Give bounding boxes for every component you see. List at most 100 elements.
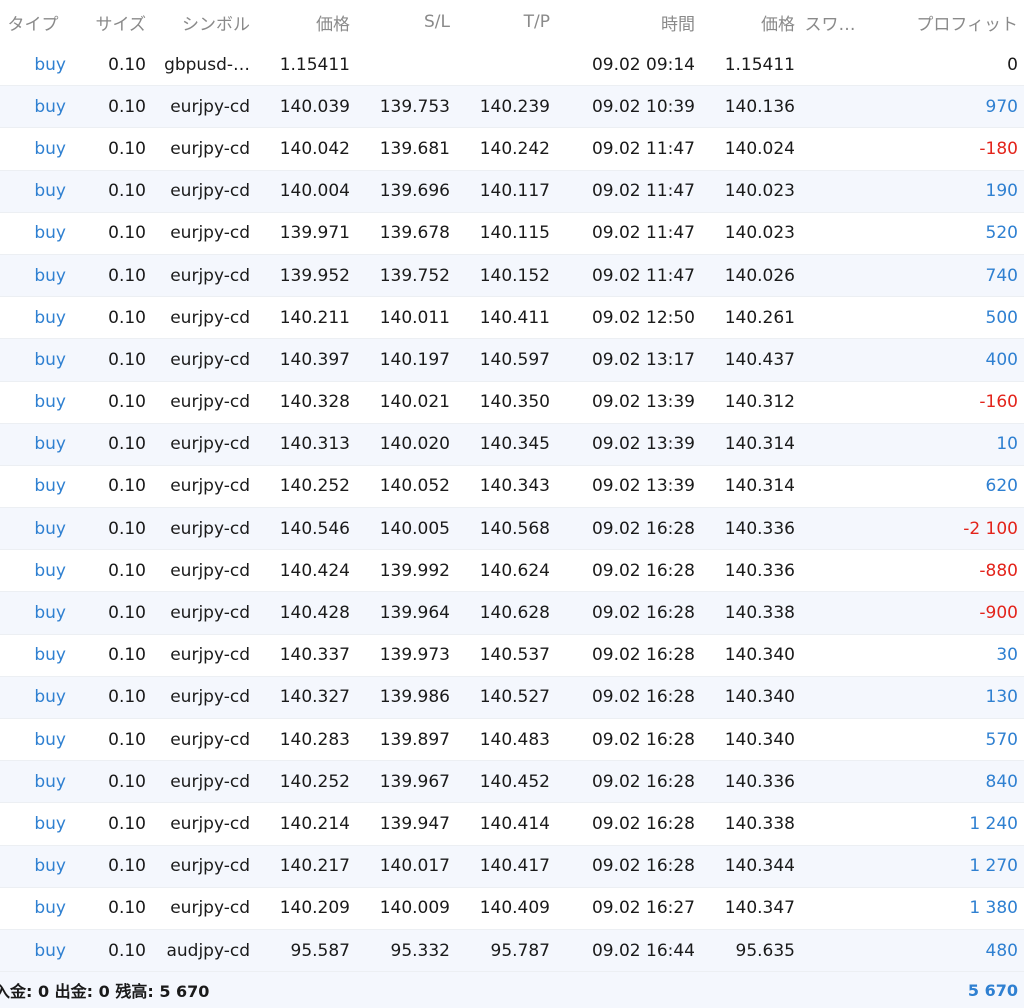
table-row[interactable]: buy 0.10 eurjpy-cd 140.428 139.964 140.628 09.… <box>0 592 1024 635</box>
trade-size: 0.10 <box>108 729 146 750</box>
trade-type: buy <box>34 476 66 497</box>
table-body: buy 0.10 gbpusd-… 1.15411 09.02 09:14 1.15411… <box>0 44 1024 973</box>
open-time: 09.02 11:47 <box>591 265 695 286</box>
profit-value: 840 <box>985 771 1018 792</box>
trade-type: buy <box>34 434 66 455</box>
trade-symbol: eurjpy-cd <box>170 813 250 834</box>
table-header: タイプ サイズ シンボル 価格 S/L T/P 時間 価格 スワ… プロフィット <box>0 0 1024 44</box>
open-time: 09.02 16:28 <box>591 729 695 750</box>
take-profit: 140.345 <box>479 434 550 455</box>
current-price: 140.314 <box>724 476 795 497</box>
col-tp-header[interactable]: T/P <box>450 12 550 32</box>
balance-summary: 入金: 0 出金: 0 残高: 5 670 <box>0 982 210 1002</box>
current-price: 140.347 <box>724 898 795 919</box>
current-price: 140.340 <box>724 645 795 666</box>
open-price: 140.004 <box>279 181 350 202</box>
table-row[interactable]: buy 0.10 eurjpy-cd 140.214 139.947 140.414 09.… <box>0 803 1024 846</box>
trade-size: 0.10 <box>108 603 146 624</box>
open-time: 09.02 16:28 <box>591 645 695 666</box>
table-row[interactable]: buy 0.10 eurjpy-cd 140.337 139.973 140.537 09.… <box>0 635 1024 677</box>
stop-loss: 139.752 <box>379 265 450 286</box>
col-time-header[interactable]: 時間 <box>550 10 695 35</box>
stop-loss: 140.052 <box>379 476 450 497</box>
trade-type: buy <box>34 265 66 286</box>
open-time: 09.02 11:47 <box>591 138 695 159</box>
profit-value: 480 <box>985 940 1018 961</box>
trade-symbol: eurjpy-cd <box>170 434 250 455</box>
table-row[interactable]: buy 0.10 eurjpy-cd 140.424 139.992 140.624 09.… <box>0 550 1024 593</box>
stop-loss: 139.947 <box>379 813 450 834</box>
stop-loss: 139.696 <box>379 181 450 202</box>
col-current-price-header[interactable]: 価格 <box>695 10 795 35</box>
open-time: 09.02 16:28 <box>591 687 695 708</box>
table-row[interactable]: buy 0.10 eurjpy-cd 140.328 140.021 140.350 09.… <box>0 382 1024 424</box>
table-row[interactable]: buy 0.10 eurjpy-cd 140.211 140.011 140.411 09.… <box>0 297 1024 340</box>
open-time: 09.02 16:28 <box>591 603 695 624</box>
current-price: 140.136 <box>724 96 795 117</box>
trade-size: 0.10 <box>108 813 146 834</box>
trade-size: 0.10 <box>108 265 146 286</box>
open-price: 139.971 <box>279 223 350 244</box>
current-price: 140.312 <box>724 392 795 413</box>
take-profit: 140.624 <box>479 560 550 581</box>
trade-size: 0.10 <box>108 771 146 792</box>
trade-size: 0.10 <box>108 560 146 581</box>
open-price: 140.428 <box>279 603 350 624</box>
trade-type: buy <box>34 518 66 539</box>
trade-symbol: eurjpy-cd <box>170 223 250 244</box>
current-price: 140.340 <box>724 687 795 708</box>
current-price: 140.338 <box>724 813 795 834</box>
current-price: 95.635 <box>735 940 795 961</box>
total-profit: 5 670 <box>967 980 1018 1000</box>
table-row[interactable]: buy 0.10 eurjpy-cd 140.042 139.681 140.242 09.… <box>0 128 1024 171</box>
stop-loss: 139.964 <box>379 603 450 624</box>
table-row[interactable]: buy 0.10 eurjpy-cd 140.397 140.197 140.597 09.… <box>0 339 1024 382</box>
table-row[interactable]: buy 0.10 eurjpy-cd 140.283 139.897 140.483 09.… <box>0 719 1024 762</box>
trade-size: 0.10 <box>108 392 146 413</box>
col-profit-header[interactable]: プロフィット <box>865 10 1024 35</box>
stop-loss: 140.011 <box>379 307 450 328</box>
table-row[interactable]: buy 0.10 audjpy-cd 95.587 95.332 95.787 09.02 … <box>0 929 1024 973</box>
take-profit: 140.537 <box>479 645 550 666</box>
table-row[interactable]: buy 0.10 gbpusd-… 1.15411 09.02 09:14 1.15411… <box>0 44 1024 87</box>
current-price: 140.340 <box>724 729 795 750</box>
table-row[interactable]: buy 0.10 eurjpy-cd 140.209 140.009 140.409 09.… <box>0 888 1024 930</box>
table-row[interactable]: buy 0.10 eurjpy-cd 140.313 140.020 140.345 09.… <box>0 423 1024 466</box>
table-row[interactable]: buy 0.10 eurjpy-cd 140.039 139.753 140.239 09.… <box>0 86 1024 129</box>
take-profit: 95.787 <box>490 940 550 961</box>
table-row[interactable]: buy 0.10 eurjpy-cd 140.004 139.696 140.117 09.… <box>0 170 1024 213</box>
profit-value: 0 <box>1007 54 1018 75</box>
table-row[interactable]: buy 0.10 eurjpy-cd 139.952 139.752 140.152 09.… <box>0 254 1024 298</box>
col-size-header[interactable]: サイズ <box>66 10 147 35</box>
stop-loss: 139.681 <box>379 138 450 159</box>
table-row[interactable]: buy 0.10 eurjpy-cd 140.546 140.005 140.568 09.… <box>0 508 1024 551</box>
trade-type: buy <box>34 898 66 919</box>
profit-value: 10 <box>996 434 1018 455</box>
col-symbol-header[interactable]: シンボル <box>146 10 250 35</box>
trade-symbol: eurjpy-cd <box>170 265 250 286</box>
profit-value: -2 100 <box>963 518 1018 539</box>
table-row[interactable]: buy 0.10 eurjpy-cd 140.217 140.017 140.417 09.… <box>0 845 1024 888</box>
col-type-header[interactable]: タイプ <box>0 10 66 35</box>
col-swap-header[interactable]: スワ… <box>795 10 865 35</box>
trade-symbol: eurjpy-cd <box>170 349 250 370</box>
table-row[interactable]: buy 0.10 eurjpy-cd 139.971 139.678 140.115 09.… <box>0 213 1024 255</box>
table-row[interactable]: buy 0.10 eurjpy-cd 140.252 140.052 140.343 09.… <box>0 466 1024 509</box>
stop-loss: 139.992 <box>379 560 450 581</box>
table-row[interactable]: buy 0.10 eurjpy-cd 140.327 139.986 140.527 09.… <box>0 676 1024 719</box>
take-profit: 140.628 <box>479 603 550 624</box>
profit-value: -160 <box>979 392 1018 413</box>
col-open-price-header[interactable]: 価格 <box>250 10 350 35</box>
open-time: 09.02 16:28 <box>591 560 695 581</box>
table-row[interactable]: buy 0.10 eurjpy-cd 140.252 139.967 140.452 09.… <box>0 761 1024 804</box>
trade-size: 0.10 <box>108 476 146 497</box>
open-price: 140.327 <box>279 687 350 708</box>
open-price: 140.252 <box>279 476 350 497</box>
trade-size: 0.10 <box>108 138 146 159</box>
positions-table: タイプ サイズ シンボル 価格 S/L T/P 時間 価格 スワ… プロフィット… <box>0 0 1024 1008</box>
col-sl-header[interactable]: S/L <box>350 12 450 32</box>
open-price: 95.587 <box>290 940 350 961</box>
trade-type: buy <box>34 349 66 370</box>
trade-symbol: eurjpy-cd <box>170 518 250 539</box>
current-price: 140.344 <box>724 856 795 877</box>
